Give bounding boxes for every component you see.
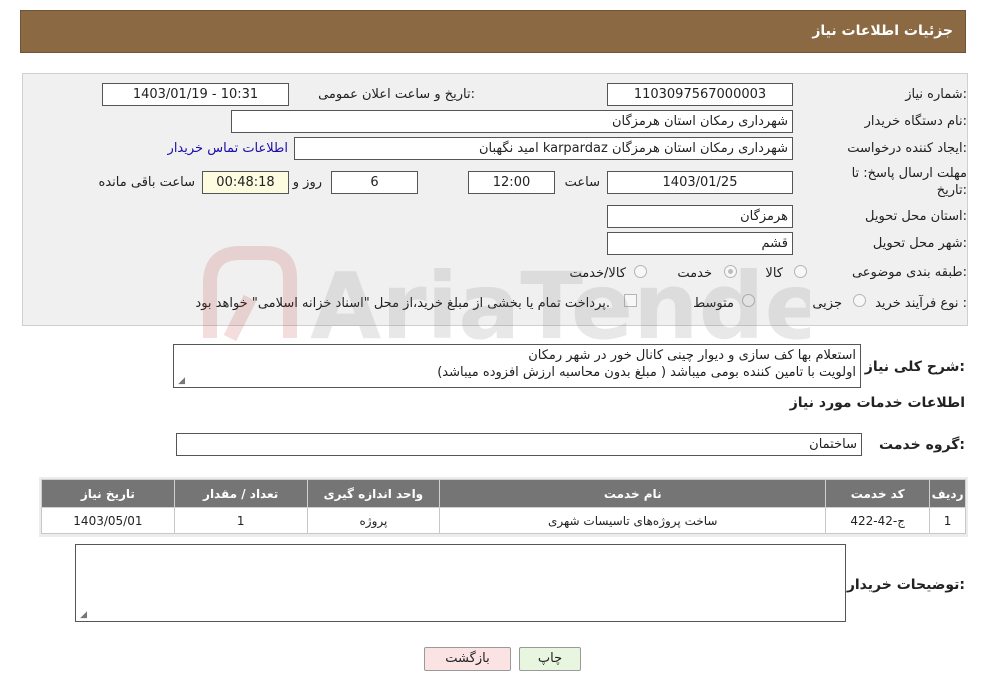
buyer-org-field: شهرداری رمکان استان هرمزگان — [231, 110, 793, 133]
category-goods-service-label: کالا/خدمت — [569, 266, 626, 281]
cell-service-name: ساخت پروژه‌های تاسیسات شهری — [439, 507, 827, 534]
col-service-name: نام خدمت — [439, 479, 827, 508]
page-header: جزئیات اطلاعات نیاز — [20, 10, 966, 53]
col-unit: واحد اندازه گیری — [306, 479, 441, 508]
purchase-minor-label: جزیی — [812, 296, 842, 311]
deadline-date-field: 1403/01/25 — [607, 171, 793, 194]
category-label: طبقه بندی موضوعی: — [851, 265, 967, 280]
need-number-label: شماره نیاز: — [905, 87, 967, 102]
category-goods-radio[interactable] — [794, 265, 807, 278]
col-service-code: کد خدمت — [825, 479, 931, 508]
service-group-label: گروه خدمت: — [879, 437, 965, 453]
page-title: جزئیات اطلاعات نیاز — [812, 23, 953, 39]
description-line-2: اولویت با تامین کننده بومی میباشد ( مبلغ… — [437, 365, 856, 380]
table-row: 1 ج-42-422 ساخت پروژه‌های تاسیسات شهری پ… — [41, 507, 966, 534]
buyer-org-label: نام دستگاه خریدار: — [864, 114, 967, 129]
cell-unit: پروژه — [306, 507, 441, 534]
service-group-field: ساختمان — [176, 433, 862, 456]
creator-label: ایجاد کننده درخواست: — [847, 141, 967, 156]
deadline-time-label: ساعت — [564, 175, 600, 190]
announce-label: تاریخ و ساعت اعلان عمومی: — [318, 87, 475, 102]
city-field: قشم — [607, 232, 793, 255]
buyer-notes-label: توضیحات خریدار: — [846, 577, 965, 593]
description-label: شرح کلی نیاز: — [864, 359, 965, 375]
remaining-time-field: 00:48:18 — [202, 171, 289, 194]
purchase-medium-label: متوسط — [693, 296, 734, 311]
need-number-field: 1103097567000003 — [607, 83, 793, 106]
province-label: استان محل تحویل: — [865, 209, 967, 224]
buyer-notes-textarea[interactable]: ◢ — [75, 544, 846, 622]
treasury-checkbox[interactable] — [624, 294, 637, 307]
purchase-type-label: نوع فرآیند خرید : — [875, 296, 967, 311]
city-label: شهر محل تحویل: — [872, 236, 967, 251]
cell-service-code: ج-42-422 — [825, 507, 931, 534]
deadline-time-field: 12:00 — [468, 171, 555, 194]
back-button[interactable]: بازگشت — [424, 647, 511, 671]
resize-grip-icon[interactable]: ◢ — [176, 377, 185, 386]
remaining-label: ساعت باقی مانده — [98, 175, 195, 190]
resize-grip-icon[interactable]: ◢ — [78, 611, 87, 620]
category-goods-label: کالا — [765, 266, 783, 281]
services-table: ردیف کد خدمت نام خدمت واحد اندازه گیری ت… — [41, 479, 966, 534]
days-label: روز و — [292, 175, 322, 190]
col-row-number: ردیف — [929, 479, 966, 508]
print-button[interactable]: چاپ — [519, 647, 581, 671]
announce-field: 1403/01/19 - 10:31 — [102, 83, 289, 106]
deadline-label: مهلت ارسال پاسخ: تا — [851, 166, 967, 181]
treasury-note: پرداخت تمام یا بخشی از مبلغ خرید،از محل … — [195, 296, 610, 311]
col-quantity: تعداد / مقدار — [173, 479, 308, 508]
category-service-label: خدمت — [677, 266, 712, 281]
col-need-date: تاریخ نیاز — [41, 479, 175, 508]
description-textarea[interactable]: استعلام بها کف سازی و دیوار چینی کانال خ… — [173, 344, 861, 388]
services-section-title: اطلاعات خدمات مورد نیاز — [789, 395, 965, 411]
category-goods-service-radio[interactable] — [634, 265, 647, 278]
province-field: هرمزگان — [607, 205, 793, 228]
cell-row-number: 1 — [929, 507, 966, 534]
cell-quantity: 1 — [173, 507, 308, 534]
purchase-minor-radio[interactable] — [853, 294, 866, 307]
days-field: 6 — [331, 171, 418, 194]
cell-need-date: 1403/05/01 — [41, 507, 175, 534]
deadline-label-2: تاریخ: — [936, 183, 967, 198]
purchase-medium-radio[interactable] — [742, 294, 755, 307]
buyer-contact-link[interactable]: اطلاعات تماس خریدار — [168, 141, 288, 156]
creator-field: امید نگهبان karpardaz شهرداری رمکان استا… — [294, 137, 793, 160]
services-table-container: ردیف کد خدمت نام خدمت واحد اندازه گیری ت… — [39, 477, 968, 537]
description-line-1: استعلام بها کف سازی و دیوار چینی کانال خ… — [528, 348, 856, 363]
category-service-radio[interactable] — [724, 265, 737, 278]
